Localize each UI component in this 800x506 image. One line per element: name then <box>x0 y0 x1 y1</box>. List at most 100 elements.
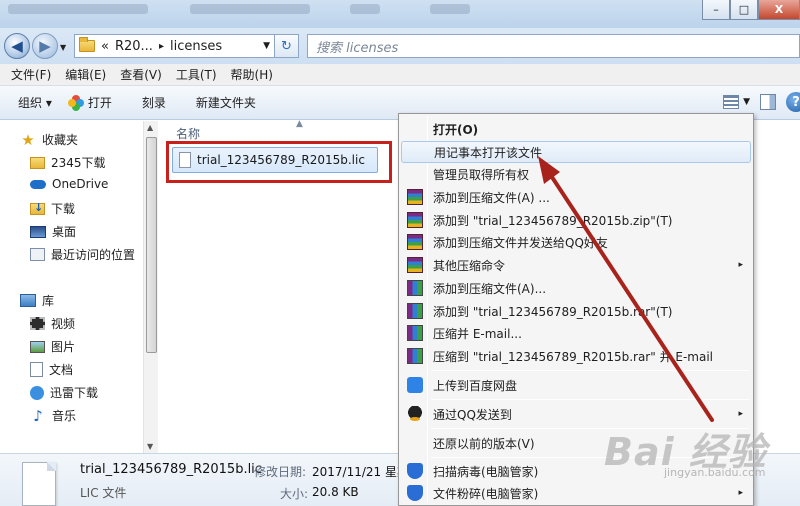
nav-item-desktop[interactable]: 桌面 <box>30 223 76 240</box>
open-button[interactable]: 打开 <box>60 94 120 111</box>
picture-icon <box>30 340 45 353</box>
scroll-thumb[interactable] <box>146 137 157 353</box>
music-note-icon: ♪ <box>33 406 43 425</box>
menu-edit[interactable]: 编辑(E) <box>58 66 113 83</box>
menu-item-open-with-notepad[interactable]: 用记事本打开该文件 <box>401 141 751 163</box>
breadcrumb-separator[interactable]: ▸ <box>159 41 164 52</box>
menu-item-add-to-zip[interactable]: 添加到 "trial_123456789_R2015b.zip"(T) <box>401 209 751 231</box>
nav-item-2345-download[interactable]: 2345下载 <box>30 154 106 171</box>
address-row: ◀ ▶ ▼ « R20... ▸ licenses ▼ ↻ 搜索 license… <box>0 28 800 64</box>
cloud-icon <box>30 179 46 189</box>
nav-libraries[interactable]: 库 <box>20 292 54 309</box>
nav-item-label: 下载 <box>51 202 76 216</box>
maximize-button[interactable]: □ <box>730 0 758 20</box>
desktop-icon <box>30 225 46 238</box>
refresh-button[interactable]: ↻ <box>275 34 299 58</box>
menu-item-label: 文件粉碎(电脑管家) <box>433 486 539 501</box>
nav-scrollbar[interactable]: ▲ ▼ <box>143 121 158 453</box>
address-bar[interactable]: « R20... ▸ licenses ▼ <box>74 34 275 58</box>
menu-view[interactable]: 查看(V) <box>113 66 169 83</box>
menu-file[interactable]: 文件(F) <box>4 66 58 83</box>
details-modified-label: 修改日期: <box>254 465 307 479</box>
scroll-down-icon[interactable]: ▼ <box>147 442 153 451</box>
menu-item-label: 打开(O) <box>433 122 479 137</box>
nav-item-label: 迅雷下载 <box>50 386 99 400</box>
scroll-up-icon[interactable]: ▲ <box>147 123 153 132</box>
forward-button[interactable]: ▶ <box>32 33 58 59</box>
highlight-box <box>166 141 392 183</box>
back-button[interactable]: ◀ <box>4 33 30 59</box>
menu-item-other-compress[interactable]: 其他压缩命令 ▸ <box>401 254 751 276</box>
sort-up-icon: ▲ <box>296 119 303 129</box>
blurred-title-text <box>190 4 310 14</box>
baidu-netdisk-icon <box>407 377 423 393</box>
open-button-label: 打开 <box>87 96 112 110</box>
menu-item-compress-send-qq[interactable]: 添加到压缩文件并发送给QQ好友 <box>401 231 751 253</box>
menu-item-open[interactable]: 打开(O) <box>401 118 751 140</box>
nav-item-downloads[interactable]: 下载 <box>30 200 75 217</box>
forward-arrow-icon: ▶ <box>39 37 51 55</box>
nav-item-pictures[interactable]: 图片 <box>30 338 75 355</box>
nav-item-documents[interactable]: 文档 <box>30 361 73 378</box>
breadcrumb-current[interactable]: licenses <box>170 39 222 54</box>
pinwheel-icon <box>67 94 84 111</box>
winrar-icon <box>407 348 423 364</box>
organize-button[interactable]: 组织 ▾ <box>10 94 60 111</box>
menu-item-label: 添加到 "trial_123456789_R2015b.rar"(T) <box>433 304 673 319</box>
thunder-icon <box>30 385 44 400</box>
menu-item-add-to-rar[interactable]: 添加到 "trial_123456789_R2015b.rar"(T) <box>401 300 751 322</box>
menu-item-rar-add-to-archive[interactable]: 添加到压缩文件(A)... <box>401 277 751 299</box>
breadcrumb-parent[interactable]: R20... <box>115 39 153 54</box>
submenu-arrow-icon: ▸ <box>738 260 743 270</box>
menu-item-compress-rar-email[interactable]: 压缩到 "trial_123456789_R2015b.rar" 并 E-mai… <box>401 345 751 367</box>
download-folder-icon <box>30 201 45 215</box>
close-button[interactable]: X <box>758 0 800 20</box>
menu-item-take-ownership[interactable]: 管理员取得所有权 <box>401 163 751 185</box>
menu-item-label: 上传到百度网盘 <box>433 378 518 393</box>
menu-item-upload-baidu[interactable]: 上传到百度网盘 <box>401 374 751 396</box>
qq-penguin-icon <box>407 406 423 422</box>
menu-item-label: 添加到 "trial_123456789_R2015b.zip"(T) <box>433 213 673 228</box>
nav-item-thunder-downloads[interactable]: 迅雷下载 <box>30 384 98 401</box>
archive-icon <box>407 212 423 228</box>
new-folder-button[interactable]: 新建文件夹 <box>188 94 264 111</box>
search-input[interactable]: 搜索 licenses <box>307 34 800 58</box>
video-icon <box>30 317 45 330</box>
menu-item-label: 添加到压缩文件(A) ... <box>433 190 550 205</box>
address-dropdown-icon[interactable]: ▼ <box>263 41 270 51</box>
folder-icon <box>30 156 45 169</box>
menu-item-add-to-archive[interactable]: 添加到压缩文件(A) ... <box>401 186 751 208</box>
nav-item-recent-places[interactable]: 最近访问的位置 <box>30 246 135 263</box>
nav-item-label: 2345下载 <box>51 156 106 170</box>
menu-item-label: 压缩并 E-mail... <box>433 326 522 341</box>
address-prefix[interactable]: « <box>101 39 109 54</box>
menu-help[interactable]: 帮助(H) <box>224 66 280 83</box>
menu-item-label: 还原以前的版本(V) <box>433 436 535 451</box>
menu-item-compress-email[interactable]: 压缩并 E-mail... <box>401 322 751 344</box>
nav-favorites[interactable]: ★ 收藏夹 <box>20 131 78 148</box>
view-dropdown-icon[interactable]: ▼ <box>743 97 750 107</box>
minimize-button[interactable]: – <box>702 0 730 20</box>
blurred-title-text <box>8 4 148 14</box>
details-file-type: LIC 文件 <box>80 486 127 500</box>
menu-item-label: 通过QQ发送到 <box>433 407 512 422</box>
menu-bar: 文件(F) 编辑(E) 查看(V) 工具(T) 帮助(H) <box>0 64 800 86</box>
blurred-title-text <box>350 4 380 14</box>
history-dropdown-icon[interactable]: ▼ <box>60 43 66 52</box>
details-file-name: trial_123456789_R2015b.lic <box>80 462 262 477</box>
menu-item-label: 用记事本打开该文件 <box>434 145 543 160</box>
help-icon[interactable]: ? <box>786 92 800 112</box>
nav-item-videos[interactable]: 视频 <box>30 315 75 332</box>
burn-button[interactable]: 刻录 <box>134 94 174 111</box>
shield-icon <box>407 463 423 479</box>
menu-tools[interactable]: 工具(T) <box>169 66 224 83</box>
view-options-icon[interactable] <box>723 95 740 109</box>
menu-item-shred-file[interactable]: 文件粉碎(电脑管家) ▸ <box>401 482 751 504</box>
column-header-name[interactable]: 名称 <box>176 125 200 142</box>
nav-libraries-label: 库 <box>42 294 55 308</box>
file-preview-icon <box>22 462 56 506</box>
preview-pane-icon[interactable] <box>760 94 776 110</box>
nav-item-music[interactable]: ♪ 音乐 <box>30 407 76 424</box>
details-size-label: 大小: <box>280 487 309 501</box>
nav-item-onedrive[interactable]: OneDrive <box>30 177 108 191</box>
